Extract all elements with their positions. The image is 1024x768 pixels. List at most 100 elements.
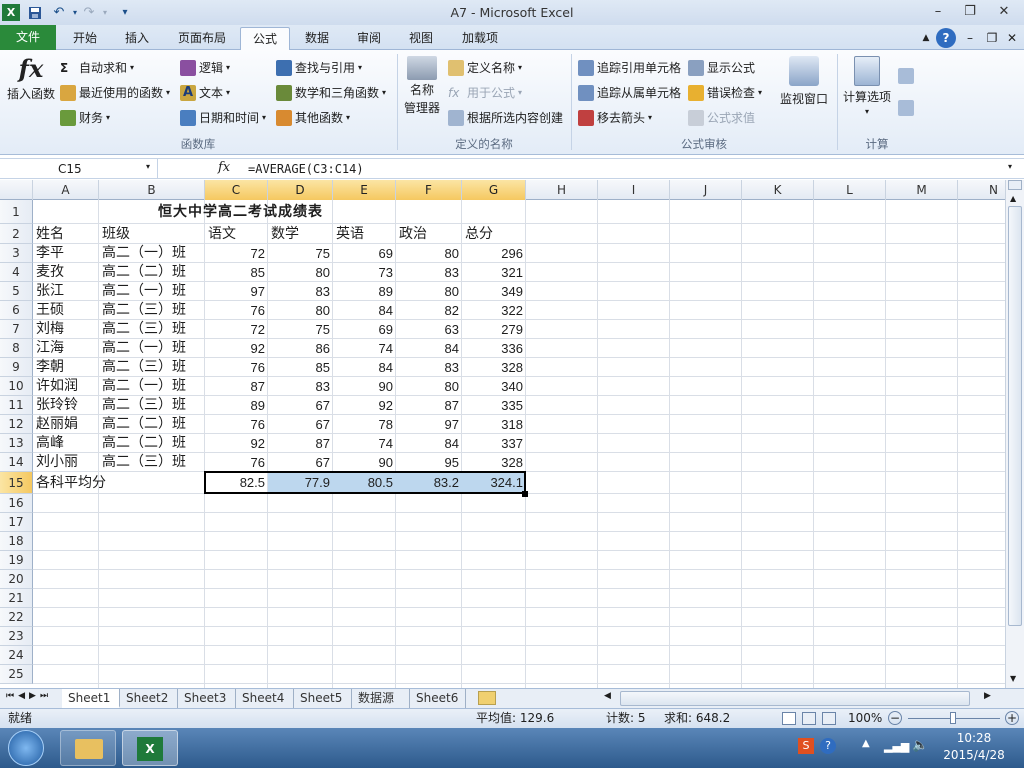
column-header-j[interactable]: J bbox=[670, 180, 742, 200]
table-cell[interactable]: 80 bbox=[396, 377, 462, 396]
header-cell[interactable]: 语文 bbox=[205, 224, 268, 244]
header-cell[interactable]: 数学 bbox=[268, 224, 333, 244]
page-layout-view-icon[interactable] bbox=[802, 712, 816, 725]
table-cell[interactable]: 85 bbox=[205, 263, 268, 282]
tab-insert[interactable]: 插入 bbox=[114, 27, 160, 50]
tab-page-layout[interactable]: 页面布局 bbox=[168, 27, 236, 50]
sheet-tab-5[interactable]: Sheet5 bbox=[294, 689, 352, 708]
autosum-button[interactable]: Σ 自动求和 ▾ bbox=[60, 59, 134, 76]
ime-help-icon[interactable]: ? bbox=[820, 738, 836, 754]
zoom-slider-thumb[interactable] bbox=[950, 712, 956, 724]
select-all-corner[interactable] bbox=[0, 180, 33, 200]
define-name-button[interactable]: 定义名称 ▾ bbox=[448, 59, 522, 76]
text-functions-button[interactable]: A 文本 ▾ bbox=[180, 84, 230, 101]
explorer-taskbar-button[interactable] bbox=[60, 730, 116, 766]
table-cell[interactable]: 92 bbox=[333, 396, 396, 415]
row-header-17[interactable]: 17 bbox=[0, 513, 33, 532]
row-header-24[interactable]: 24 bbox=[0, 646, 33, 665]
page-break-view-icon[interactable] bbox=[822, 712, 836, 725]
table-cell[interactable]: 82 bbox=[396, 301, 462, 320]
fill-handle[interactable] bbox=[522, 491, 528, 497]
table-cell[interactable]: 73 bbox=[333, 263, 396, 282]
row-header-11[interactable]: 11 bbox=[0, 396, 33, 415]
row-header-6[interactable]: 6 bbox=[0, 301, 33, 320]
table-cell[interactable]: 335 bbox=[462, 396, 526, 415]
table-cell[interactable]: 83 bbox=[396, 358, 462, 377]
show-hidden-icons-icon[interactable]: ▲ bbox=[862, 738, 870, 749]
table-cell[interactable]: 340 bbox=[462, 377, 526, 396]
logical-button[interactable]: 逻辑 ▾ bbox=[180, 59, 230, 76]
table-cell[interactable]: 86 bbox=[268, 339, 333, 358]
column-header-h[interactable]: H bbox=[526, 180, 598, 200]
table-cell[interactable]: 84 bbox=[333, 301, 396, 320]
spreadsheet-grid[interactable]: ABCDEFGHIJKLMN 1 2 3 4 5 6 7 8 9 10 11 12 13 14 15 16 17… bbox=[0, 180, 1005, 688]
table-cell[interactable]: 76 bbox=[205, 453, 268, 472]
split-box[interactable] bbox=[1008, 180, 1022, 190]
table-cell[interactable]: 87 bbox=[268, 434, 333, 453]
tab-addins[interactable]: 加载项 bbox=[452, 27, 508, 50]
tab-file[interactable]: 文件 bbox=[0, 25, 56, 50]
math-button[interactable]: 数学和三角函数 ▾ bbox=[276, 84, 386, 101]
scroll-down-icon[interactable]: ▼ bbox=[1010, 674, 1016, 683]
table-cell[interactable]: 麦孜 bbox=[33, 263, 99, 282]
clock-time[interactable]: 10:28 bbox=[938, 731, 1010, 745]
vertical-scrollbar[interactable]: ▲ ▼ bbox=[1005, 180, 1024, 688]
tab-review[interactable]: 审阅 bbox=[346, 27, 392, 50]
table-cell[interactable]: 80 bbox=[396, 282, 462, 301]
row-header-10[interactable]: 10 bbox=[0, 377, 33, 396]
row-header-21[interactable]: 21 bbox=[0, 589, 33, 608]
row-header-14[interactable]: 14 bbox=[0, 453, 33, 472]
row-header-15[interactable]: 15 bbox=[0, 472, 33, 494]
create-from-selection-button[interactable]: 根据所选内容创建 bbox=[448, 109, 563, 126]
table-cell[interactable]: 95 bbox=[396, 453, 462, 472]
header-cell[interactable]: 班级 bbox=[99, 224, 205, 244]
sheet-title-cell[interactable]: 恒大中学高二考试成绩表 bbox=[158, 200, 438, 224]
table-cell[interactable]: 83 bbox=[396, 263, 462, 282]
sheet-tab-3[interactable]: Sheet3 bbox=[178, 689, 236, 708]
table-cell[interactable]: 高二（一）班 bbox=[99, 282, 205, 301]
workbook-minimize-icon[interactable]: – bbox=[962, 27, 978, 50]
calculation-options-button[interactable]: 计算选项 ▾ bbox=[840, 56, 894, 116]
table-cell[interactable]: 97 bbox=[205, 282, 268, 301]
table-cell[interactable]: 高二（三）班 bbox=[99, 358, 205, 377]
column-header-n[interactable]: N bbox=[958, 180, 1005, 200]
table-cell[interactable]: 74 bbox=[333, 434, 396, 453]
collapse-ribbon-icon[interactable]: ▲ bbox=[918, 27, 934, 50]
column-header-b[interactable]: B bbox=[99, 180, 205, 200]
row-header-4[interactable]: 4 bbox=[0, 263, 33, 282]
table-cell[interactable]: 80 bbox=[268, 263, 333, 282]
table-cell[interactable]: 高二（二）班 bbox=[99, 415, 205, 434]
sheet-tab-2[interactable]: Sheet2 bbox=[120, 689, 178, 708]
table-cell[interactable]: 高二（三）班 bbox=[99, 396, 205, 415]
tab-home[interactable]: 开始 bbox=[62, 27, 108, 50]
row-header-12[interactable]: 12 bbox=[0, 415, 33, 434]
datetime-button[interactable]: 日期和时间 ▾ bbox=[180, 109, 266, 126]
row-header-19[interactable]: 19 bbox=[0, 551, 33, 570]
table-cell[interactable]: 张玲铃 bbox=[33, 396, 99, 415]
table-cell[interactable]: 72 bbox=[205, 244, 268, 263]
start-button-icon[interactable] bbox=[8, 730, 44, 766]
column-header-d[interactable]: D bbox=[268, 180, 333, 200]
close-icon[interactable]: ✕ bbox=[992, 3, 1016, 21]
table-cell[interactable]: 67 bbox=[268, 396, 333, 415]
sheet-tab-1[interactable]: Sheet1 bbox=[62, 689, 120, 708]
trace-precedents-button[interactable]: 追踪引用单元格 bbox=[578, 59, 681, 76]
row-header-7[interactable]: 7 bbox=[0, 320, 33, 339]
table-cell[interactable]: 321 bbox=[462, 263, 526, 282]
table-cell[interactable]: 高二（一）班 bbox=[99, 377, 205, 396]
column-header-a[interactable]: A bbox=[33, 180, 99, 200]
table-cell[interactable]: 337 bbox=[462, 434, 526, 453]
lookup-button[interactable]: 查找与引用 ▾ bbox=[276, 59, 362, 76]
column-header-c[interactable]: C bbox=[205, 180, 268, 200]
financial-button[interactable]: 财务 ▾ bbox=[60, 109, 110, 126]
table-cell[interactable]: 279 bbox=[462, 320, 526, 339]
table-cell[interactable]: 高二（二）班 bbox=[99, 263, 205, 282]
table-cell[interactable]: 76 bbox=[205, 415, 268, 434]
table-cell[interactable]: 63 bbox=[396, 320, 462, 339]
name-manager-button[interactable]: 名称 管理器 bbox=[402, 56, 442, 116]
network-icon[interactable]: ▂▄▆ bbox=[884, 740, 909, 753]
table-cell[interactable]: 67 bbox=[268, 415, 333, 434]
column-header-m[interactable]: M bbox=[886, 180, 958, 200]
header-cell[interactable]: 英语 bbox=[333, 224, 396, 244]
table-cell[interactable]: 75 bbox=[268, 244, 333, 263]
